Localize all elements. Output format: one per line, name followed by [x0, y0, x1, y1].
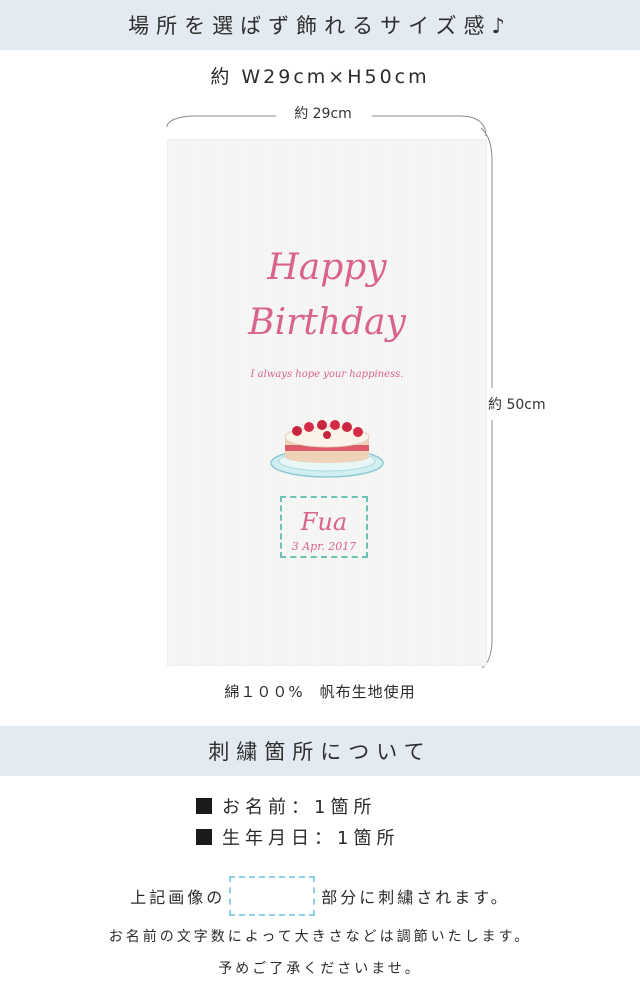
note-line-1: 上記画像の 部分に刺繍されます。 — [0, 876, 640, 916]
name-text: Fua — [300, 508, 348, 536]
embroidery-item-label: 生年月日：1箇所 — [222, 828, 400, 849]
width-line-left — [166, 115, 276, 128]
note-line-3: 予めご了承くださいませ。 — [218, 961, 422, 977]
note-line-1-after: 部分に刺繍されます。 — [321, 888, 510, 907]
date-text: 3 Apr. 2017 — [291, 540, 357, 553]
embroidery-item-label: お名前：1箇所 — [222, 797, 377, 818]
embroidery-banner: 刺繍箇所について — [0, 726, 640, 776]
height-label: 約 50cm — [488, 397, 546, 413]
dashed-box-sample — [229, 876, 316, 916]
tagline-text: I always hope your happiness. — [250, 369, 404, 380]
note-line-1-before: 上記画像の — [130, 888, 226, 907]
cake-illustration — [270, 420, 384, 478]
note-line-2: お名前の文字数によって大きさなどは調節いたします。 — [108, 929, 532, 945]
embroidery-area-box: Fua 3 Apr. 2017 — [280, 496, 368, 558]
width-line-right — [372, 115, 487, 137]
embroidery-item-name: お名前：1箇所 — [196, 793, 376, 819]
happy-text: Happy — [267, 247, 387, 288]
embroidery-title: 刺繍箇所について — [208, 740, 432, 764]
material-label: 綿１００% 帆布生地使用 — [224, 683, 416, 701]
width-label: 約 29cm — [294, 106, 352, 122]
birthday-text: Birthday — [248, 302, 406, 343]
tapestry-image: Happy Birthday I always hope your happin… — [167, 139, 487, 666]
square-bullet-icon — [196, 798, 212, 814]
embroidery-item-birthdate: 生年月日：1箇所 — [196, 824, 399, 850]
square-bullet-icon — [196, 829, 212, 845]
